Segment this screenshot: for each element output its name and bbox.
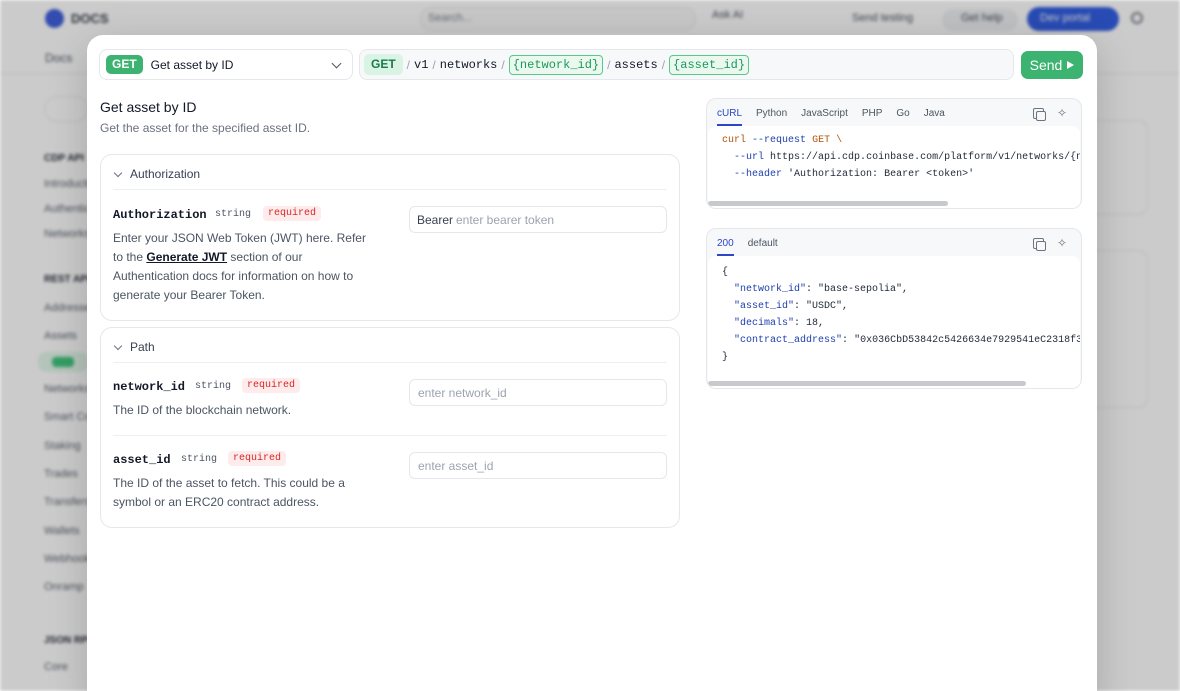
section-label: Path [130,340,155,354]
url-separator: / [432,57,436,72]
response-example-card: 200 default ✧ { "network_id": "base-sepo… [706,228,1082,389]
param-description: The ID of the blockchain network. [113,403,292,417]
param-type: string [195,381,232,392]
request-code: curl --request GET \ --url https://api.c… [708,126,1080,199]
section-divider [113,189,667,190]
url-separator: / [607,57,611,72]
endpoint-name: Get asset by ID [150,57,234,72]
param-divider [113,435,667,436]
chevron-down-icon [113,168,123,177]
chevron-down-icon [331,58,342,69]
chevron-down-icon [113,341,123,350]
sparkle-icon[interactable]: ✧ [1057,237,1068,249]
url-segment: networks [439,57,498,72]
asset-id-input[interactable] [409,452,667,479]
param-name: network_id [113,380,186,394]
tab-curl[interactable]: cURL [717,108,743,126]
method-badge: GET [106,55,143,74]
url-param-network-id[interactable]: {network_id} [508,54,604,75]
tab-go[interactable]: Go [896,108,909,126]
param-type: string [215,209,252,220]
endpoint-selector[interactable]: GET Get asset by ID [99,49,353,80]
required-badge: required [263,206,322,221]
required-badge: required [242,378,301,393]
param-name: Authorization [113,208,207,222]
play-icon [1067,61,1075,69]
send-button[interactable]: Send [1021,51,1083,79]
url-separator: / [406,57,411,72]
api-playground-modal: GET Get asset by ID GET / v1 / networks … [87,35,1097,691]
path-section-toggle[interactable]: Path [113,340,155,354]
page-subtitle: Get the asset for the specified asset ID… [100,121,311,135]
param-type: string [181,454,218,465]
sparkle-icon[interactable]: ✧ [1057,107,1068,119]
authorization-section-toggle[interactable]: Authorization [113,167,201,181]
required-badge: required [228,451,287,466]
page-title: Get asset by ID [100,99,197,115]
section-label: Authorization [130,167,201,181]
authorization-section: Authorization Authorization string requi… [100,154,680,321]
url-segment: assets [614,57,658,72]
path-section: Path network_id string required The ID o… [100,327,680,528]
tab-java[interactable]: Java [924,108,945,126]
param-description: The ID of the asset to fetch. This could… [113,476,345,509]
tab-python[interactable]: Python [756,108,787,126]
bearer-prefix: Bearer [417,213,454,227]
param-name: asset_id [113,453,171,467]
tab-200[interactable]: 200 [717,238,734,256]
response-code: { "network_id": "base-sepolia", "asset_i… [708,256,1080,379]
url-segment: v1 [414,57,429,72]
url-bar[interactable]: GET / v1 / networks / {network_id} / ass… [359,49,1014,80]
url-param-asset-id[interactable]: {asset_id} [669,54,750,75]
url-separator: / [501,57,505,72]
send-label: Send [1029,57,1063,73]
request-example-card: cURL Python JavaScript PHP Go Java ✧ cur… [706,98,1082,209]
horizontal-scrollbar[interactable] [708,379,1080,388]
copy-icon[interactable] [1033,238,1046,251]
network-id-input[interactable] [409,379,667,406]
language-tabs: cURL Python JavaScript PHP Go Java ✧ [707,99,1081,126]
url-separator: / [661,57,666,72]
copy-icon[interactable] [1033,108,1046,121]
param-description: Enter your JSON Web Token (JWT) here. Re… [113,231,366,302]
url-method-badge: GET [364,54,403,75]
horizontal-scrollbar[interactable] [708,199,1080,208]
tab-javascript[interactable]: JavaScript [801,108,848,126]
generate-jwt-link[interactable]: Generate JWT [146,250,227,264]
tab-php[interactable]: PHP [862,108,883,126]
response-tabs: 200 default ✧ [707,229,1081,256]
tab-default[interactable]: default [748,238,778,256]
section-divider [113,362,667,363]
